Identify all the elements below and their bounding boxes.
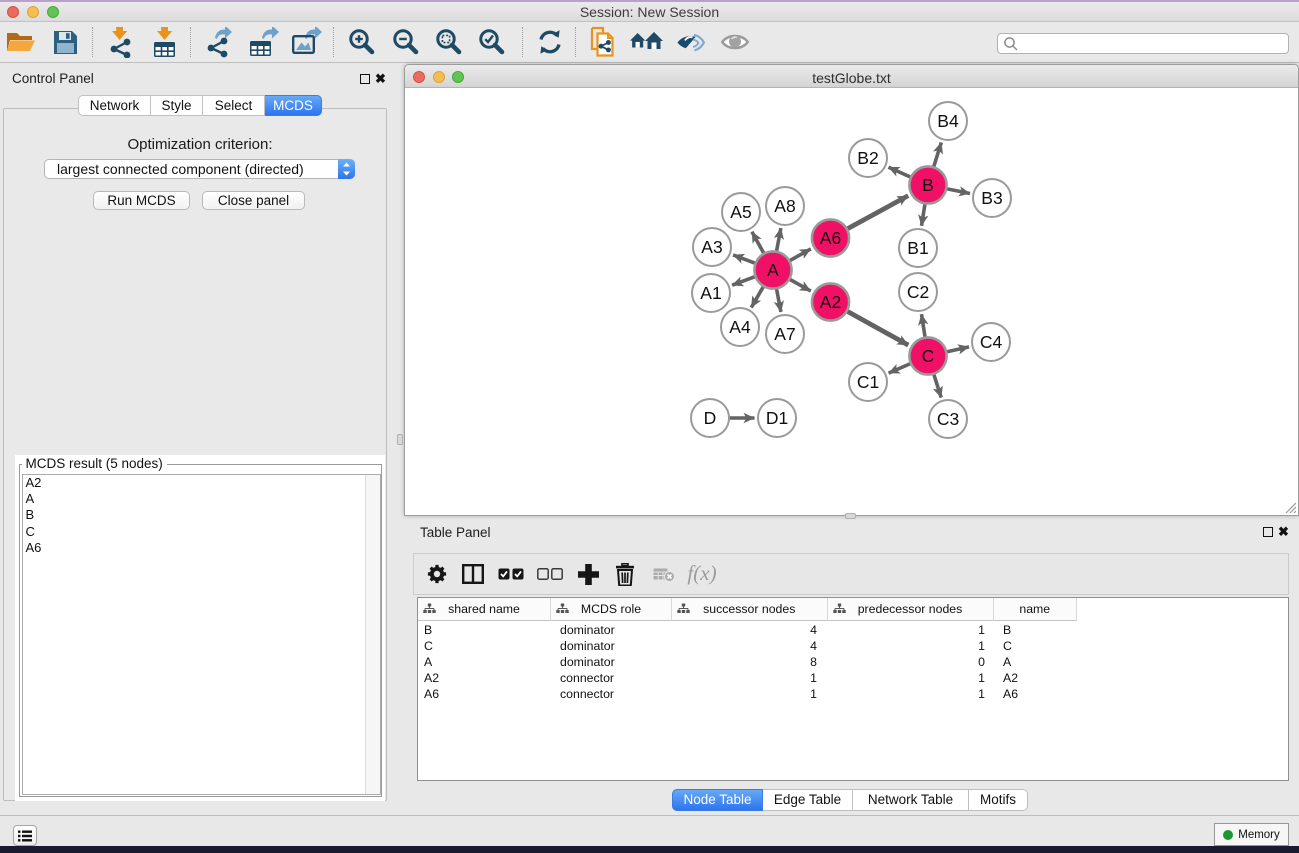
svg-text:A: A xyxy=(767,260,779,280)
svg-text:A8: A8 xyxy=(774,196,795,216)
svg-text:A5: A5 xyxy=(730,202,751,222)
svg-text:C: C xyxy=(922,346,935,366)
svg-text:C2: C2 xyxy=(907,282,929,302)
svg-text:B4: B4 xyxy=(937,111,959,131)
svg-text:C4: C4 xyxy=(980,332,1003,352)
svg-text:A3: A3 xyxy=(701,237,722,257)
svg-text:A1: A1 xyxy=(700,283,721,303)
svg-text:C1: C1 xyxy=(857,372,879,392)
svg-text:B1: B1 xyxy=(907,238,928,258)
svg-text:D1: D1 xyxy=(766,408,788,428)
svg-text:A2: A2 xyxy=(820,292,841,312)
svg-text:C3: C3 xyxy=(937,409,959,429)
svg-text:A6: A6 xyxy=(820,228,841,248)
svg-text:B3: B3 xyxy=(981,188,1002,208)
svg-text:A4: A4 xyxy=(729,317,751,337)
svg-text:A7: A7 xyxy=(774,324,795,344)
svg-text:B: B xyxy=(922,175,934,195)
svg-text:D: D xyxy=(704,408,717,428)
svg-text:B2: B2 xyxy=(857,148,878,168)
